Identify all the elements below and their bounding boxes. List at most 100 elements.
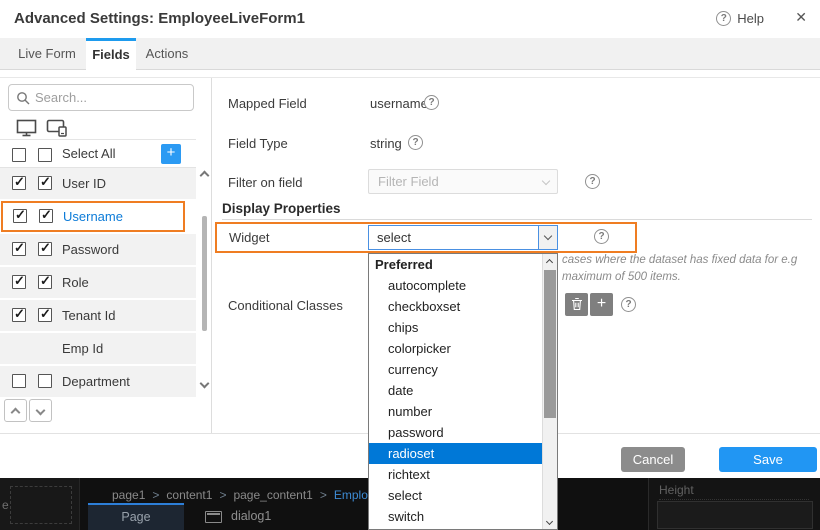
select-all-row: Select All +: [0, 140, 196, 168]
search-input[interactable]: [35, 86, 187, 109]
widget-hint-text: cases where the dataset has fixed data f…: [562, 254, 814, 266]
scrollbar-down-arrow[interactable]: [200, 379, 210, 389]
scrollbar-up-arrow[interactable]: [546, 259, 553, 266]
move-field-down-button[interactable]: [29, 399, 52, 422]
desktop-icon[interactable]: [16, 119, 37, 137]
mapped-field-help-icon[interactable]: ?: [424, 95, 439, 110]
display-properties-heading: Display Properties: [222, 201, 341, 216]
breadcrumb-item[interactable]: content1: [166, 488, 212, 502]
clipped-text: e: [2, 498, 9, 512]
breadcrumb: page1>content1>page_content1>EmployeeL: [112, 488, 394, 502]
add-field-button[interactable]: +: [161, 144, 181, 164]
desktop-checkbox[interactable]: [38, 374, 52, 388]
dropdown-option-richtext[interactable]: richtext: [369, 464, 543, 485]
field-row-tenant-id[interactable]: Tenant Id: [0, 300, 196, 331]
mobile-checkbox[interactable]: [12, 308, 26, 322]
mobile-checkbox[interactable]: [12, 242, 26, 256]
field-type-help-icon[interactable]: ?: [408, 135, 423, 150]
page-tab[interactable]: Page: [88, 503, 184, 530]
properties-panel-fragment: Height: [648, 478, 820, 530]
dropdown-option-password[interactable]: password: [369, 422, 543, 443]
device-toggle-row: [0, 117, 196, 141]
field-type-value: string: [370, 136, 402, 151]
mobile-checkbox[interactable]: [13, 209, 27, 223]
scrollbar-up-arrow[interactable]: [200, 171, 210, 181]
mobile-checkbox[interactable]: [12, 374, 26, 388]
filter-field-placeholder: Filter Field: [378, 174, 439, 189]
filter-field-help-icon[interactable]: ?: [585, 174, 600, 189]
help-label: Help: [737, 11, 764, 26]
save-button[interactable]: Save: [719, 447, 817, 472]
delete-class-button[interactable]: [565, 293, 588, 316]
breadcrumb-separator: >: [152, 488, 159, 502]
desktop-checkbox[interactable]: [39, 209, 53, 223]
mobile-checkbox[interactable]: [12, 176, 26, 190]
breadcrumb-item[interactable]: page1: [112, 488, 145, 502]
scrollbar-thumb[interactable]: [544, 270, 556, 418]
dropdown-option-chips[interactable]: chips: [369, 317, 543, 338]
move-field-up-button[interactable]: [4, 399, 27, 422]
cancel-button[interactable]: Cancel: [621, 447, 685, 472]
widget-help-icon[interactable]: ?: [594, 229, 609, 244]
dropdown-option-date[interactable]: date: [369, 380, 543, 401]
widget-row-highlight: Widget select ?: [215, 222, 637, 253]
scrollbar-thumb[interactable]: [202, 216, 207, 331]
field-row-emp-id[interactable]: Emp Id: [0, 333, 196, 364]
field-type-label: Field Type: [228, 136, 288, 151]
select-all-label: Select All: [62, 140, 115, 168]
scrollbar-down-arrow[interactable]: [546, 518, 553, 525]
devices-icon[interactable]: [46, 119, 68, 137]
close-icon[interactable]: ✕: [795, 9, 807, 26]
widget-dropdown-list: Preferred autocomplete checkboxset chips…: [368, 253, 558, 530]
dropdown-option-radioset[interactable]: radioset: [369, 443, 543, 464]
conditional-classes-help-icon[interactable]: ?: [621, 297, 636, 312]
dropdown-option-colorpicker[interactable]: colorpicker: [369, 338, 543, 359]
trash-icon: [571, 297, 583, 311]
dropdown-scrollbar[interactable]: [542, 254, 557, 529]
select-all-desktop-checkbox[interactable]: [38, 148, 52, 162]
dialog-tabbar: Live Form Fields Actions: [0, 38, 820, 70]
field-label: Department: [62, 366, 130, 397]
chevron-up-icon: [11, 408, 21, 418]
tab-actions[interactable]: Actions: [136, 38, 198, 69]
conditional-classes-label: Conditional Classes: [228, 298, 343, 313]
dropdown-option-select[interactable]: select: [369, 485, 543, 506]
widget-select[interactable]: select: [368, 225, 558, 250]
divider: [222, 219, 812, 220]
height-property-label: Height: [659, 483, 809, 500]
desktop-checkbox[interactable]: [38, 308, 52, 322]
field-row-department[interactable]: Department: [0, 366, 196, 397]
tab-fields[interactable]: Fields: [86, 38, 136, 70]
selection-outline: [10, 486, 72, 524]
breadcrumb-item[interactable]: page_content1: [233, 488, 312, 502]
help-button[interactable]: ? Help: [716, 11, 764, 26]
field-row-user-id[interactable]: User ID: [0, 168, 196, 199]
dropdown-option-checkboxset[interactable]: checkboxset: [369, 296, 543, 317]
dialog1-tab[interactable]: dialog1: [231, 509, 271, 523]
add-class-button[interactable]: +: [590, 293, 613, 316]
select-all-mobile-checkbox[interactable]: [12, 148, 26, 162]
field-row-username[interactable]: Username: [1, 201, 185, 232]
dropdown-option-currency[interactable]: currency: [369, 359, 543, 380]
field-row-role[interactable]: Role: [0, 267, 196, 298]
select-arrow-button[interactable]: [538, 226, 557, 249]
height-property-input[interactable]: [657, 501, 813, 529]
widget-select-value: select: [377, 226, 411, 249]
dropdown-option-autocomplete[interactable]: autocomplete: [369, 275, 543, 296]
filter-on-field-label: Filter on field: [228, 175, 302, 190]
mapped-field-label: Mapped Field: [228, 96, 307, 111]
dropdown-option-number[interactable]: number: [369, 401, 543, 422]
field-label: Tenant Id: [62, 300, 116, 331]
chevron-down-icon: [542, 177, 550, 185]
desktop-checkbox[interactable]: [38, 275, 52, 289]
desktop-checkbox[interactable]: [38, 176, 52, 190]
canvas-left-panel: e: [0, 478, 80, 530]
field-label: Role: [62, 267, 89, 298]
mapped-field-value: username: [370, 96, 428, 111]
desktop-checkbox[interactable]: [38, 242, 52, 256]
field-row-password[interactable]: Password: [0, 234, 196, 265]
dropdown-option-switch[interactable]: switch: [369, 506, 543, 527]
tab-live-form[interactable]: Live Form: [8, 38, 86, 69]
mobile-checkbox[interactable]: [12, 275, 26, 289]
filter-field-select[interactable]: Filter Field: [368, 169, 558, 194]
